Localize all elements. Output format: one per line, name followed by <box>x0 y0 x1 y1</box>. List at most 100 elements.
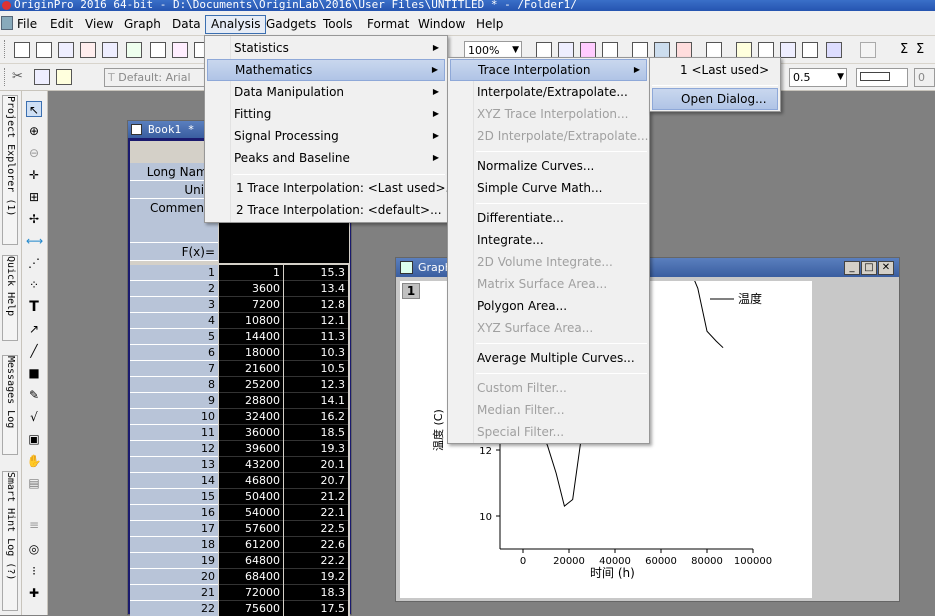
cell-col-a[interactable]: 18000 <box>219 345 283 361</box>
cell-col-b[interactable]: 19.3 <box>284 441 348 457</box>
paste-icon[interactable] <box>56 69 72 85</box>
menu-graph[interactable]: Graph <box>119 15 166 34</box>
region-select-icon[interactable]: ⋰ <box>26 255 42 271</box>
line-tool-icon[interactable]: ╱ <box>26 343 42 359</box>
tab-messages-log[interactable]: Messages Log <box>2 355 18 455</box>
cell-col-a[interactable]: 21600 <box>219 361 283 377</box>
menu-item-average-curves[interactable]: Average Multiple Curves... <box>450 347 647 369</box>
minimize-button[interactable]: _ <box>844 261 860 275</box>
tab-quick-help[interactable]: Quick Help <box>2 255 18 341</box>
cell-col-b[interactable]: 13.4 <box>284 281 348 297</box>
cell-col-b[interactable]: 20.1 <box>284 457 348 473</box>
cell-col-a[interactable]: 32400 <box>219 409 283 425</box>
cell-col-b[interactable]: 22.1 <box>284 505 348 521</box>
list-icon[interactable]: ≡ <box>26 517 42 533</box>
menu-help[interactable]: Help <box>471 15 508 34</box>
menu-item-xyz-trace[interactable]: XYZ Trace Interpolation... <box>450 103 647 125</box>
menu-item-signal-processing[interactable]: Signal Processing ▶ <box>207 125 445 147</box>
cell-col-b[interactable]: 12.8 <box>284 297 348 313</box>
rectangle-tool-icon[interactable]: ■ <box>26 365 42 381</box>
cell-col-a[interactable]: 14400 <box>219 329 283 345</box>
print-icon[interactable] <box>536 42 552 58</box>
menu-item-data-manipulation[interactable]: Data Manipulation ▶ <box>207 81 445 103</box>
row-number[interactable]: 15 <box>130 489 218 505</box>
row-number[interactable]: 16 <box>130 505 218 521</box>
cell-col-b[interactable]: 18.5 <box>284 425 348 441</box>
row-number[interactable]: 21 <box>130 585 218 601</box>
row-number[interactable]: 22 <box>130 601 218 616</box>
menu-item-interpolate[interactable]: Interpolate/Extrapolate... <box>450 81 647 103</box>
batch-icon[interactable] <box>780 42 796 58</box>
cell-col-a[interactable]: 3600 <box>219 281 283 297</box>
cell-col-b[interactable]: 18.3 <box>284 585 348 601</box>
crosshair-icon[interactable]: ✛ <box>26 167 42 183</box>
row-number[interactable]: 5 <box>130 329 218 345</box>
menu-item-trace-interpolation[interactable]: Trace Interpolation ▶ <box>450 59 647 81</box>
menu-item-last-used[interactable]: 1 <Last used> <box>652 59 778 81</box>
font-combo[interactable]: T Default: Arial <box>104 68 212 87</box>
cell-col-a[interactable]: 25200 <box>219 377 283 393</box>
cell-col-a[interactable]: 72000 <box>219 585 283 601</box>
toolbar-grip[interactable] <box>4 40 7 58</box>
sigma-icon[interactable]: Σ <box>900 42 908 57</box>
tab-project-explorer[interactable]: Project Explorer (1) <box>2 95 18 245</box>
hand-icon[interactable]: ✋ <box>26 453 42 469</box>
row-number[interactable]: 18 <box>130 537 218 553</box>
new-notes-icon[interactable] <box>36 42 52 58</box>
cell-col-b[interactable]: 11.3 <box>284 329 348 345</box>
menu-item-peaks-baseline[interactable]: Peaks and Baseline ▶ <box>207 147 445 169</box>
cell-col-a[interactable]: 61200 <box>219 537 283 553</box>
menu-item-special-filter[interactable]: Special Filter... <box>450 421 647 443</box>
move-icon[interactable]: ⁝ <box>26 563 42 579</box>
row-number[interactable]: 9 <box>130 393 218 409</box>
zoom-out-icon[interactable]: ⊖ <box>26 145 42 161</box>
menu-data[interactable]: Data <box>167 15 206 34</box>
menu-item-matrix-surface[interactable]: Matrix Surface Area... <box>450 273 647 295</box>
cell-col-b[interactable]: 10.3 <box>284 345 348 361</box>
cut-icon[interactable]: ✂ <box>12 69 23 84</box>
menu-gadgets[interactable]: Gadgets <box>261 15 321 34</box>
text-tool-icon[interactable]: T <box>26 299 42 315</box>
results-log-icon[interactable] <box>654 42 670 58</box>
cell-col-b[interactable]: 21.2 <box>284 489 348 505</box>
cell-col-b[interactable]: 19.2 <box>284 569 348 585</box>
cell-col-a[interactable]: 43200 <box>219 457 283 473</box>
cell-col-b[interactable]: 12.1 <box>284 313 348 329</box>
menu-analysis[interactable]: Analysis <box>205 15 267 34</box>
film-icon[interactable] <box>602 42 618 58</box>
arrow-tool-icon[interactable]: ↗ <box>26 321 42 337</box>
toolbar-grip[interactable] <box>4 68 7 86</box>
pointer-icon[interactable]: ↖ <box>26 101 42 117</box>
formula-icon[interactable]: √ <box>26 409 42 425</box>
copy-icon[interactable] <box>34 69 50 85</box>
line-width-combo[interactable]: 0.5 ▼ <box>789 68 847 87</box>
cell-col-b[interactable]: 17.5 <box>284 601 348 616</box>
menu-item-simple-math[interactable]: Simple Curve Math... <box>450 177 647 199</box>
cell-col-a[interactable]: 36000 <box>219 425 283 441</box>
cell-col-b[interactable]: 22.2 <box>284 553 348 569</box>
cell-col-a[interactable]: 7200 <box>219 297 283 313</box>
project-tree-icon[interactable] <box>706 42 722 58</box>
menu-item-custom-filter[interactable]: Custom Filter... <box>450 377 647 399</box>
draw-data-icon[interactable]: ⁘ <box>26 277 42 293</box>
row-number[interactable]: 8 <box>130 377 218 393</box>
menu-view[interactable]: View <box>80 15 118 34</box>
menu-item-median-filter[interactable]: Median Filter... <box>450 399 647 421</box>
script-window-icon[interactable] <box>676 42 692 58</box>
close-button[interactable]: ✕ <box>878 261 894 275</box>
cell-col-a[interactable]: 28800 <box>219 393 283 409</box>
new-workbook-icon[interactable] <box>58 42 74 58</box>
cell-col-b[interactable]: 20.7 <box>284 473 348 489</box>
menu-file[interactable]: File <box>12 15 42 34</box>
new-function-icon[interactable] <box>172 42 188 58</box>
menu-item-differentiate[interactable]: Differentiate... <box>450 207 647 229</box>
cell-col-b[interactable]: 22.6 <box>284 537 348 553</box>
new-layout-icon[interactable] <box>150 42 166 58</box>
menu-item-recent-1[interactable]: 1 Trace Interpolation: <Last used>... <box>207 177 457 199</box>
cell-col-b[interactable]: 16.2 <box>284 409 348 425</box>
row-number[interactable]: 12 <box>130 441 218 457</box>
digitize-icon[interactable] <box>802 42 818 58</box>
row-number[interactable]: 2 <box>130 281 218 297</box>
menu-item-recent-2[interactable]: 2 Trace Interpolation: <default>... <box>207 199 445 221</box>
cell-col-b[interactable]: 12.3 <box>284 377 348 393</box>
